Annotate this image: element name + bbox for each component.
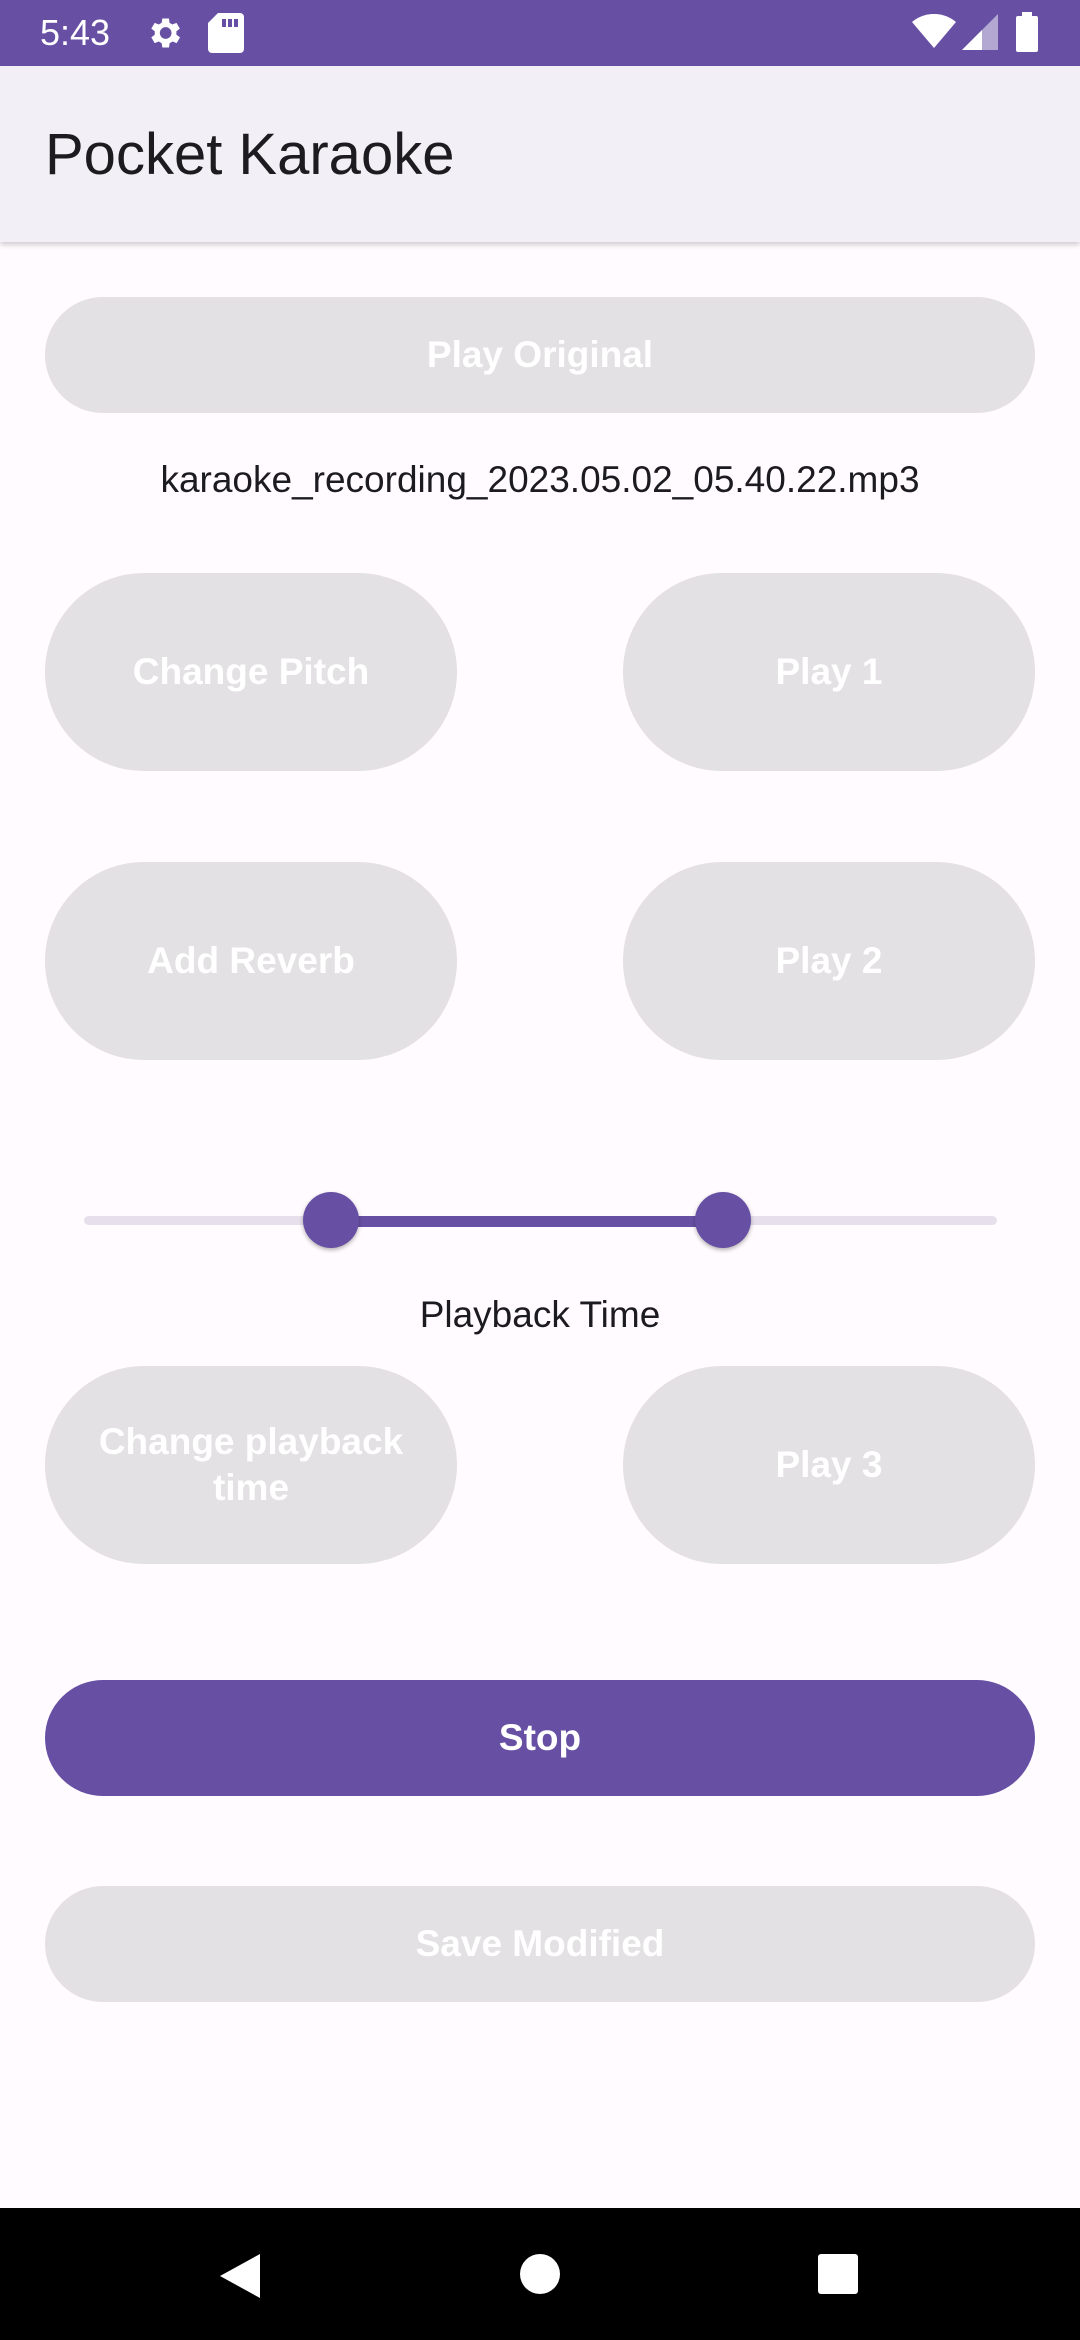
playback-slider-end-thumb[interactable] (695, 1192, 752, 1248)
save-modified-button[interactable]: Save Modified (45, 1886, 1035, 2002)
wifi-icon (912, 13, 956, 55)
playback-time-label: Playback Time (419, 1294, 661, 1335)
play-original-button[interactable]: Play Original (45, 297, 1035, 413)
app-title: Pocket Karaoke (45, 122, 455, 187)
change-playback-time-button[interactable]: Change playback time (45, 1366, 457, 1564)
status-bar: 5:43 (0, 0, 1080, 66)
back-icon[interactable] (220, 2254, 260, 2303)
gear-icon (144, 13, 184, 58)
home-icon[interactable] (520, 2254, 560, 2299)
sd-card-icon (208, 13, 244, 58)
status-time: 5:43 (40, 12, 111, 53)
recents-icon[interactable] (818, 2254, 858, 2299)
file-name-label: karaoke_recording_2023.05.02_05.40.22.mp… (160, 459, 920, 500)
change-pitch-button[interactable]: Change Pitch (45, 573, 457, 771)
playback-slider-start-thumb[interactable] (302, 1192, 359, 1248)
app-bar: Pocket Karaoke (0, 66, 1080, 242)
play-1-button[interactable]: Play 1 (623, 573, 1035, 771)
cell-signal-icon (962, 14, 998, 55)
playback-slider-active-range (330, 1216, 724, 1227)
battery-icon (1016, 12, 1038, 57)
play-2-button[interactable]: Play 2 (623, 862, 1035, 1060)
stop-button[interactable]: Stop (45, 1680, 1035, 1796)
add-reverb-button[interactable]: Add Reverb (45, 862, 457, 1060)
play-3-button[interactable]: Play 3 (623, 1366, 1035, 1564)
navigation-bar (0, 2208, 1080, 2340)
